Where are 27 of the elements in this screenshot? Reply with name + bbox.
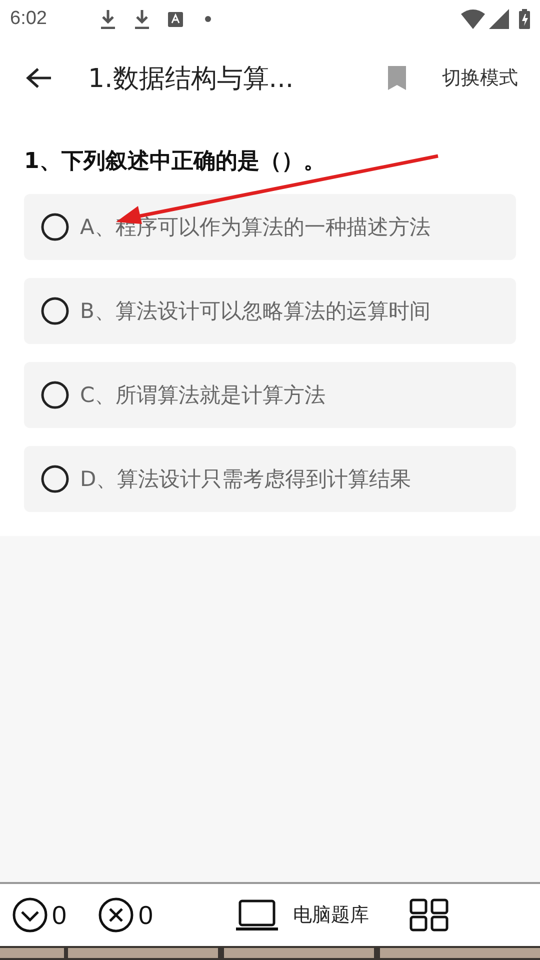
correct-count: 0 — [52, 900, 66, 930]
bookmark-icon[interactable] — [386, 65, 408, 91]
answer-option[interactable]: B、算法设计可以忽略算法的运算时间 — [24, 278, 516, 344]
back-arrow-icon[interactable] — [26, 67, 52, 89]
chevron-down-circle-icon[interactable] — [12, 897, 48, 933]
battery-icon — [519, 9, 530, 29]
radio-button[interactable] — [40, 212, 70, 242]
status-time: 6:02 — [10, 8, 48, 30]
question-text: 1、下列叙述中正确的是（）。 — [24, 148, 326, 176]
answer-option[interactable]: C、所谓算法就是计算方法 — [24, 362, 516, 428]
keyboard-app-icon — [168, 12, 183, 26]
signal-icon — [489, 9, 509, 29]
download-icon — [134, 9, 150, 29]
switch-mode-button[interactable]: 切换模式 — [438, 61, 522, 95]
dot-icon — [205, 16, 211, 22]
wifi-icon — [461, 9, 485, 29]
laptop-icon — [234, 899, 279, 931]
radio-button[interactable] — [40, 380, 70, 410]
answer-option[interactable]: D、算法设计只需考虑得到计算结果 — [24, 446, 516, 512]
radio-button[interactable] — [40, 464, 70, 494]
page-title: 1.数据结构与算... — [88, 62, 295, 96]
download-icon — [100, 9, 116, 29]
close-circle-icon[interactable] — [98, 897, 134, 933]
computer-bank-button[interactable]: 电脑题库 — [234, 899, 369, 931]
grid-icon[interactable] — [408, 898, 449, 932]
radio-button[interactable] — [40, 296, 70, 326]
wrong-count: 0 — [138, 900, 153, 930]
